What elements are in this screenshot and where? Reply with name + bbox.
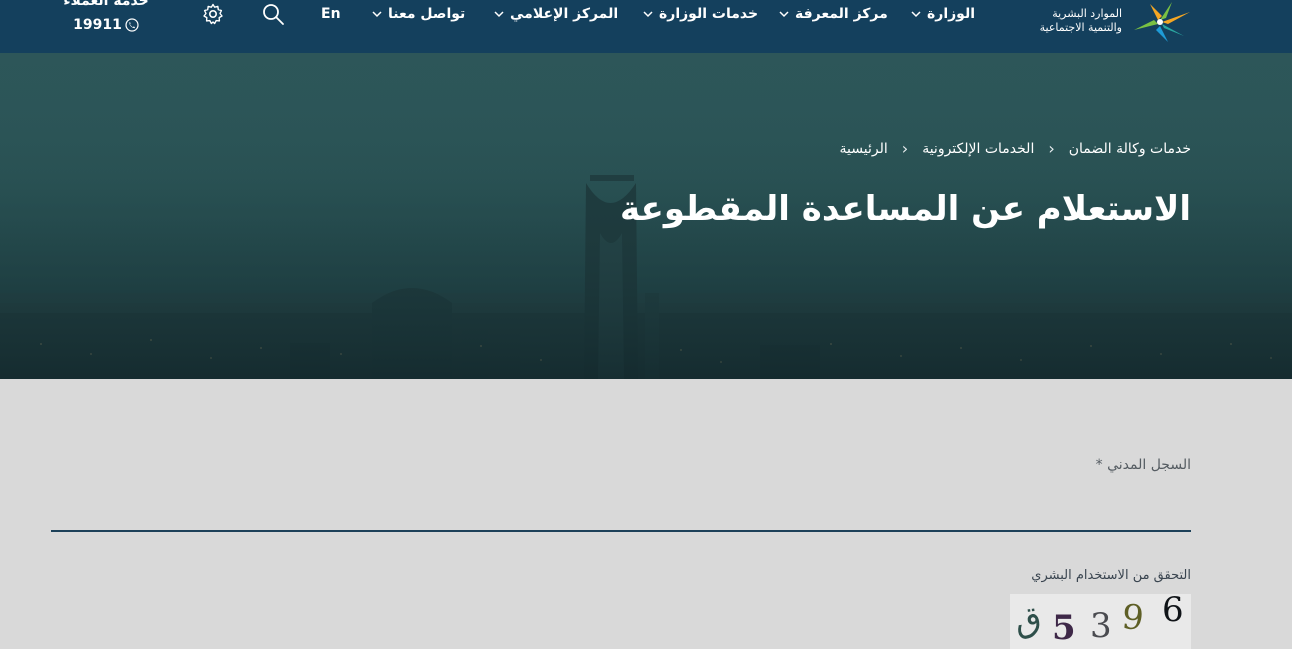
- ministry-logo[interactable]: الموارد البشرية والتنمية الاجتماعية: [1040, 0, 1192, 42]
- phone-icon: [125, 18, 139, 32]
- chevron-left-icon: ‹: [901, 139, 909, 158]
- civil-id-label: السجل المدني *: [1095, 457, 1191, 473]
- menu-item-label: تواصل معنا: [388, 6, 466, 22]
- customer-service-title: خدمة العملاء: [63, 0, 149, 9]
- breadcrumb-current: خدمات وكالة الضمان: [1068, 140, 1191, 157]
- menu-item-label: خدمات الوزارة: [659, 6, 759, 22]
- captcha-char: 9: [1119, 596, 1146, 640]
- captcha-char: 5: [1052, 608, 1076, 648]
- gear-icon[interactable]: [201, 2, 225, 26]
- page-title: الاستعلام عن المساعدة المقطوعة: [619, 189, 1191, 229]
- menu-item-knowledge-center[interactable]: مركز المعرفة: [778, 0, 888, 28]
- breadcrumb-home[interactable]: الرئيسية: [840, 141, 888, 157]
- customer-service-number: 19911: [50, 17, 162, 33]
- logo-line-1: الموارد البشرية: [1052, 7, 1122, 20]
- chevron-down-icon: [372, 11, 382, 18]
- menu-item-ministry-services[interactable]: خدمات الوزارة: [642, 0, 758, 28]
- hero-banner: الرئيسية ‹ الخدمات الإلكترونية ‹ خدمات و…: [0, 53, 1292, 379]
- captcha-label: التحقق من الاستخدام البشري: [1031, 568, 1191, 583]
- menu-item-media-center[interactable]: المركز الإعلامي: [493, 0, 618, 28]
- chevron-left-icon: ‹: [1048, 139, 1055, 158]
- captcha-char: ق: [1012, 598, 1045, 642]
- menu-item-ministry[interactable]: الوزارة: [910, 0, 975, 28]
- customer-service[interactable]: خدمة العملاء 19911: [50, 0, 162, 33]
- breadcrumb-eservices[interactable]: الخدمات الإلكترونية: [922, 141, 1034, 157]
- language-label: En: [321, 6, 341, 22]
- ministry-emblem-icon: [1134, 2, 1190, 42]
- menu-item-label: المركز الإعلامي: [510, 6, 619, 22]
- chevron-down-icon: [643, 11, 653, 18]
- logo-line-2: والتنمية الاجتماعية: [1039, 21, 1122, 34]
- language-switch-button[interactable]: En: [321, 0, 341, 28]
- chevron-down-icon: [911, 11, 921, 18]
- logo-text: الموارد البشرية والتنمية الاجتماعية: [1040, 7, 1122, 35]
- menu-item-contact-us[interactable]: تواصل معنا: [371, 0, 465, 28]
- menu-item-label: الوزارة: [927, 6, 976, 22]
- captcha-char: 6: [1162, 594, 1184, 630]
- menu-item-label: مركز المعرفة: [795, 6, 888, 22]
- chevron-down-icon: [494, 11, 504, 18]
- captcha-image: ق 5 3 9 6: [1010, 594, 1191, 649]
- phone-number: 19911: [73, 17, 122, 33]
- civil-id-input[interactable]: [51, 486, 1191, 532]
- chevron-down-icon: [779, 11, 789, 18]
- breadcrumb: الرئيسية ‹ الخدمات الإلكترونية ‹ خدمات و…: [840, 139, 1191, 158]
- search-icon[interactable]: [261, 2, 285, 26]
- top-navbar: الموارد البشرية والتنمية الاجتماعية الوز…: [0, 0, 1292, 53]
- captcha-char: 3: [1090, 606, 1112, 646]
